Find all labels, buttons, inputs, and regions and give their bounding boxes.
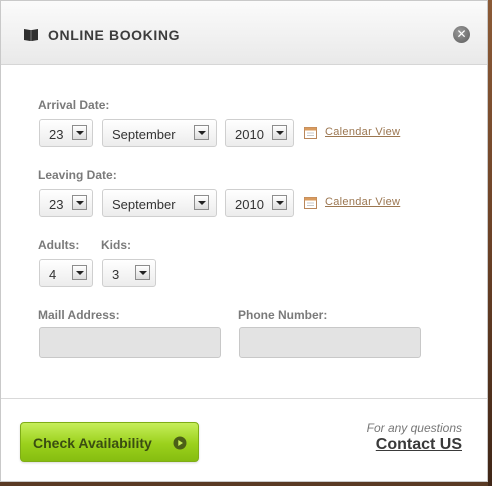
footer-divider [1,398,487,399]
chevron-down-icon [194,195,209,210]
calendar-icon[interactable] [304,197,317,209]
modal-header: ONLINE BOOKING ✕ [1,1,487,65]
play-circle-icon [173,436,187,450]
leaving-calendar-view-link[interactable]: Calendar View [325,196,400,208]
contact-us-link[interactable]: Contact US [376,436,462,454]
leaving-day-select[interactable]: 23 [39,189,93,217]
mail-address-label: Maill Address: [38,308,120,322]
chevron-down-icon [72,195,87,210]
arrival-year-select[interactable]: 2010 [225,119,294,147]
arrival-month-value: September [112,127,176,142]
close-button[interactable]: ✕ [453,26,470,43]
leaving-month-value: September [112,197,176,212]
arrival-day-select[interactable]: 23 [39,119,93,147]
phone-number-input[interactable] [239,327,421,358]
arrival-day-value: 23 [49,127,64,142]
chevron-down-icon [194,125,209,140]
kids-value: 3 [112,267,120,282]
adults-select[interactable]: 4 [39,259,93,287]
leaving-year-value: 2010 [235,197,264,212]
phone-number-label: Phone Number: [238,308,328,322]
check-availability-label: Check Availability [33,435,152,451]
chevron-down-icon [72,265,87,280]
leaving-year-select[interactable]: 2010 [225,189,294,217]
booking-modal: ONLINE BOOKING ✕ Arrival Date: 23 Septem… [0,0,488,482]
page-backdrop [488,0,492,486]
adults-label: Adults: [38,238,80,252]
chevron-down-icon [72,125,87,140]
modal-title: ONLINE BOOKING [48,27,181,43]
arrival-date-label: Arrival Date: [38,98,110,112]
close-icon: ✕ [456,27,467,41]
chevron-down-icon [272,125,287,140]
leaving-month-select[interactable]: September [102,189,217,217]
check-availability-button[interactable]: Check Availability [20,422,199,462]
chevron-down-icon [272,195,287,210]
calendar-icon[interactable] [304,127,317,139]
kids-label: Kids: [101,238,131,252]
arrival-calendar-view-link[interactable]: Calendar View [325,126,400,138]
mail-address-input[interactable] [39,327,221,358]
questions-note: For any questions [366,421,462,435]
chevron-down-icon [135,265,150,280]
book-icon [24,29,38,41]
leaving-day-value: 23 [49,197,64,212]
leaving-date-label: Leaving Date: [38,168,117,182]
arrival-month-select[interactable]: September [102,119,217,147]
arrival-year-value: 2010 [235,127,264,142]
kids-select[interactable]: 3 [102,259,156,287]
adults-value: 4 [49,267,57,282]
